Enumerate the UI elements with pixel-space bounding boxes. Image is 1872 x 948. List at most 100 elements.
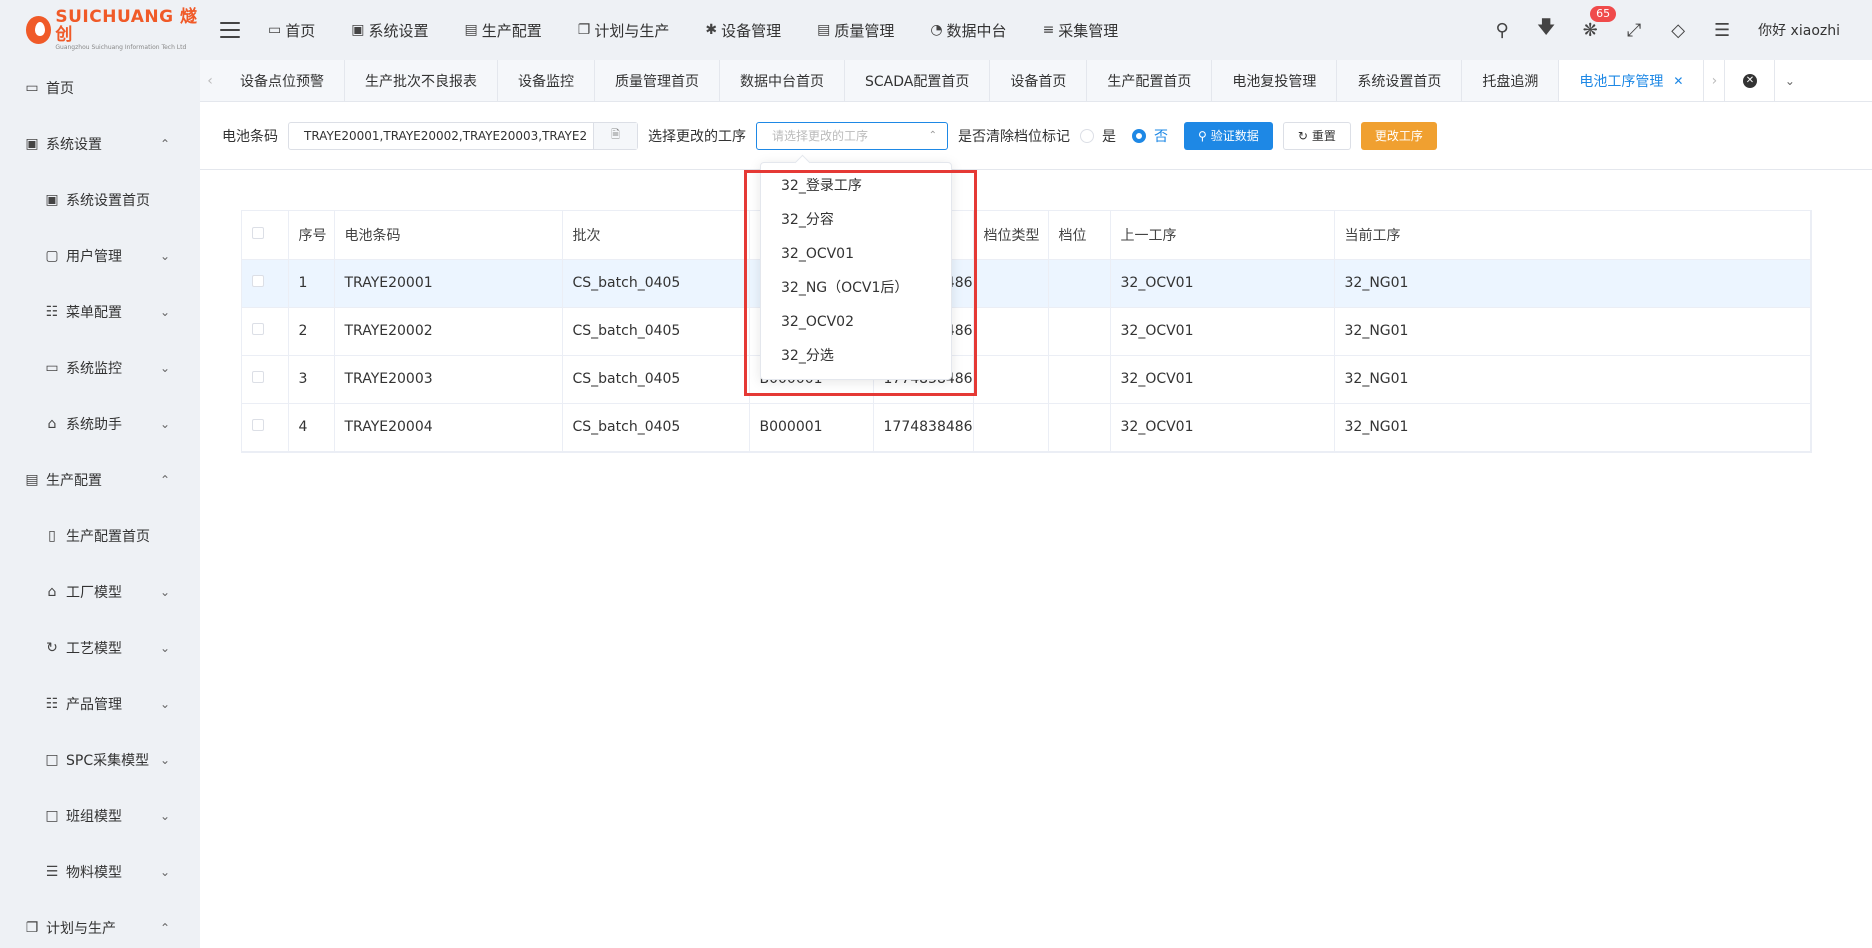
row-checkbox[interactable] xyxy=(252,371,264,383)
table-cell: CS_batch_0405 xyxy=(562,307,750,356)
chevron-up-icon: ⌃ xyxy=(159,137,170,151)
sidebar-item-label: 工艺模型 xyxy=(66,641,122,657)
sidebar-item[interactable]: ▤ 生产配置 ⌃ xyxy=(0,452,200,508)
tab[interactable]: 电池复投管理 xyxy=(1212,60,1338,101)
topnav-item[interactable]: ◔ 数据中台 xyxy=(930,20,1006,41)
table-cell: TRAYE20001 xyxy=(334,259,563,308)
row-checkbox-cell[interactable] xyxy=(242,307,289,356)
user-greeting[interactable]: 你好 xiaozhi xyxy=(1744,20,1872,40)
tab[interactable]: SCADA配置首页 xyxy=(845,60,991,101)
chevron-down-icon: ⌄ xyxy=(159,809,170,823)
table-cell: 32_NG01 xyxy=(1334,307,1811,356)
reset-button[interactable]: ↻ 重置 xyxy=(1282,121,1351,150)
sidebar-item[interactable]: ❐ 计划与生产 ⌃ xyxy=(0,900,200,948)
diamond-icon[interactable]: ◇ xyxy=(1656,20,1700,41)
topnav-item[interactable]: ≡ 采集管理 xyxy=(1043,20,1119,41)
tabs-scroll-left-icon[interactable]: ‹ xyxy=(200,60,220,101)
tab-label: 设备首页 xyxy=(1010,73,1067,90)
process-select[interactable]: 请选择更改的工序 ⌃ xyxy=(756,121,948,150)
tabs-bar: ‹ 设备点位预警 生产批次不良报表 设备监控 质量管理首页 数据中台首页 SCADA配置首… xyxy=(200,60,1872,102)
table-cell: 32_OCV01 xyxy=(1110,355,1335,404)
sidebar-item[interactable]: ▭ 系统监控 ⌄ xyxy=(0,340,200,396)
table-row[interactable]: 1TRAYE20001CS_batch_040517748384866632_O… xyxy=(242,259,1811,308)
close-icon[interactable]: ✕ xyxy=(1673,74,1683,88)
table-row[interactable]: 3TRAYE20003CS_batch_0405B000001177483848… xyxy=(242,355,1811,404)
id-card-icon: ▣ xyxy=(45,192,59,208)
sidebar-item-label: 用户管理 xyxy=(66,249,122,265)
tab[interactable]: 质量管理首页 xyxy=(595,60,720,101)
radio-no[interactable]: 否 xyxy=(1132,126,1168,146)
tab[interactable]: 生产配置首页 xyxy=(1087,60,1213,101)
fullscreen-icon[interactable]: ⤢ xyxy=(1612,20,1656,41)
chevron-down-icon: ⌄ xyxy=(159,753,170,767)
sidebar-item[interactable]: □ SPC采集模型 ⌄ xyxy=(0,732,200,788)
chevron-down-icon: ⌄ xyxy=(159,641,170,655)
language-icon[interactable]: ☰ xyxy=(1700,20,1744,41)
topnav-item[interactable]: ▭ 首页 xyxy=(268,20,315,41)
sidebar-item[interactable]: ☰ 物料模型 ⌄ xyxy=(0,844,200,900)
sidebar-item[interactable]: ☷ 产品管理 ⌄ xyxy=(0,676,200,732)
logo-icon xyxy=(26,16,52,44)
table-row[interactable]: 4 TRAYE20004 CS_batch_0405 B000001 177483848… xyxy=(242,403,1811,452)
tab[interactable]: 设备首页 xyxy=(990,60,1088,101)
sidebar-item[interactable]: ☷ 菜单配置 ⌄ xyxy=(0,284,200,340)
sidebar-item[interactable]: ⌂ 工厂模型 ⌄ xyxy=(0,564,200,620)
radio-yes[interactable]: 是 xyxy=(1080,126,1116,146)
tab[interactable]: 系统设置首页 xyxy=(1337,60,1463,101)
table-cell: 3 xyxy=(288,355,335,404)
search-icon[interactable]: ⚲ xyxy=(1480,20,1524,41)
row-checkbox-cell[interactable] xyxy=(242,259,289,308)
column-header: 批次 xyxy=(562,211,750,260)
close-all-tabs-button[interactable]: ✕ xyxy=(1724,60,1775,101)
sidebar-item[interactable]: ▣ 系统设置首页 xyxy=(0,172,200,228)
tab-label: 电池复投管理 xyxy=(1232,73,1317,90)
tab[interactable]: 托盘追溯 xyxy=(1462,60,1560,101)
sidebar-item-label: 系统设置首页 xyxy=(66,193,150,209)
verify-data-button[interactable]: ⚲ 验证数据 xyxy=(1184,121,1273,150)
sidebar-item[interactable]: ↻ 工艺模型 ⌄ xyxy=(0,620,200,676)
row-checkbox[interactable] xyxy=(252,275,264,287)
topnav-item[interactable]: ❐ 计划与生产 xyxy=(578,20,670,41)
battery-code-input[interactable]: TRAYE20001,TRAYE20002,TRAYE20003,TRAYE2 … xyxy=(288,121,638,150)
table-cell: 32_NG01 xyxy=(1334,259,1811,308)
briefcase-icon: ▤ xyxy=(25,472,39,488)
sidebar-item[interactable]: □ 班组模型 ⌄ xyxy=(0,788,200,844)
menu-toggle-icon[interactable] xyxy=(220,22,240,38)
sidebar-item[interactable]: ▢ 用户管理 ⌄ xyxy=(0,228,200,284)
tab[interactable]: 设备监控 xyxy=(498,60,595,101)
bug-icon[interactable]: ❋ 65 xyxy=(1568,5,1617,41)
tab[interactable]: 生产批次不良报表 xyxy=(345,60,498,101)
topnav-item[interactable]: ▤ 质量管理 xyxy=(817,20,894,41)
sidebar-item-label: 物料模型 xyxy=(66,865,122,881)
sidebar-item[interactable]: ⌂ 系统助手 ⌄ xyxy=(0,396,200,452)
table-row[interactable]: 2TRAYE20002CS_batch_040517748384866632_O… xyxy=(242,307,1811,356)
sidebar-item[interactable]: ▣ 系统设置 ⌃ xyxy=(0,116,200,172)
search-icon: ⚲ xyxy=(1198,128,1207,143)
brand-logo[interactable]: SUICHUANG 燧创 Guangzhou Suichuang Informa… xyxy=(0,0,200,60)
select-all-checkbox[interactable] xyxy=(252,226,264,239)
row-checkbox[interactable] xyxy=(252,419,264,431)
select-all-checkbox-cell[interactable] xyxy=(242,211,289,260)
row-checkbox[interactable] xyxy=(252,323,264,335)
sidebar-item-label: 生产配置首页 xyxy=(66,529,150,545)
table-cell: TRAYE20004 xyxy=(334,403,563,452)
tab[interactable]: 电池工序管理 ✕ xyxy=(1559,60,1705,101)
change-process-button[interactable]: 更改工序 xyxy=(1360,121,1437,150)
table-cell: CS_batch_0405 xyxy=(562,259,750,308)
row-checkbox-cell[interactable] xyxy=(242,355,289,404)
tabs-scroll-right-icon[interactable]: › xyxy=(1704,60,1725,101)
sidebar-item[interactable]: ▭ 首页 xyxy=(0,60,200,116)
filter-bar: 电池条码 TRAYE20001,TRAYE20002,TRAYE20003,TR… xyxy=(200,102,1872,170)
download-icon[interactable]: 🡇 xyxy=(1524,15,1568,45)
grid-icon: ☷ xyxy=(45,696,59,712)
process-select-placeholder: 请选择更改的工序 xyxy=(772,129,869,143)
file-icon[interactable]: 🗎 xyxy=(593,122,637,149)
tab[interactable]: 设备点位预警 xyxy=(220,60,345,101)
tabs-more-chevron-icon[interactable]: ⌄ xyxy=(1774,60,1805,101)
row-checkbox-cell[interactable] xyxy=(242,403,289,452)
topnav-item[interactable]: ▤ 生产配置 xyxy=(465,20,542,41)
topnav-item[interactable]: ✱ 设备管理 xyxy=(705,20,781,41)
sidebar-item[interactable]: ▯ 生产配置首页 xyxy=(0,508,200,564)
topnav-item[interactable]: ▣ 系统设置 xyxy=(351,20,428,41)
tab[interactable]: 数据中台首页 xyxy=(720,60,845,101)
